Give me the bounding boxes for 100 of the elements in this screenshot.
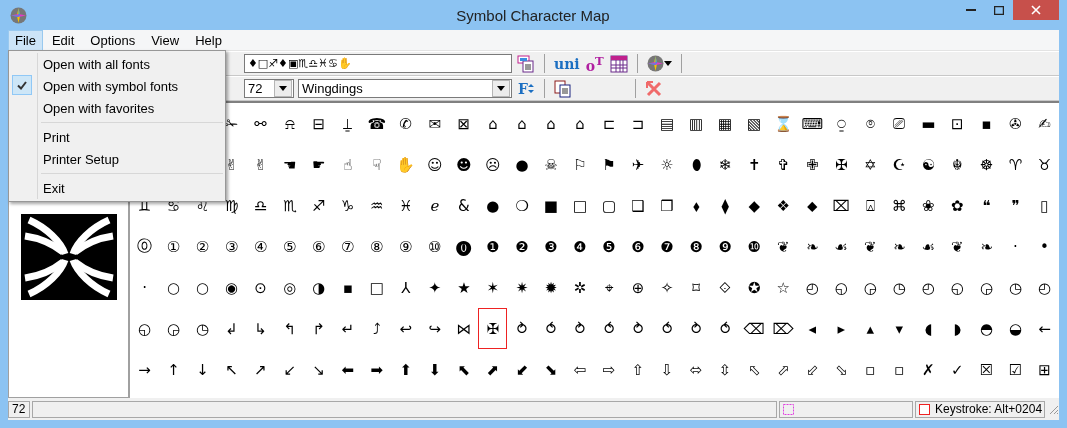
character-cell[interactable]: ☑	[1000, 349, 1030, 390]
character-cell[interactable]: ☸	[971, 144, 1001, 185]
character-cell[interactable]: ℯ	[420, 185, 450, 226]
character-cell[interactable]: ✙	[797, 144, 827, 185]
character-cell[interactable]: ⥀	[536, 308, 566, 349]
character-cell[interactable]: ⬉	[449, 349, 479, 390]
character-cell[interactable]: ❑	[623, 185, 653, 226]
character-cell[interactable]: ⬇	[420, 349, 450, 390]
character-cell[interactable]: ✶	[478, 267, 508, 308]
character-cell[interactable]: ↵	[333, 308, 363, 349]
character-cell[interactable]: ⌘	[884, 185, 914, 226]
character-cell[interactable]: ◵	[942, 267, 972, 308]
character-cell[interactable]: ◉	[217, 267, 247, 308]
character-cell[interactable]: ❧	[884, 226, 914, 267]
menu-item[interactable]: View	[144, 29, 187, 51]
character-cell[interactable]: ❽	[681, 226, 711, 267]
character-cell[interactable]: ⌾	[855, 103, 885, 144]
character-cell[interactable]: ⎚	[884, 103, 914, 144]
character-cell[interactable]: ♉	[1029, 144, 1059, 185]
character-cell[interactable]: ◒	[1000, 308, 1030, 349]
character-cell[interactable]: ▾	[884, 308, 914, 349]
character-cell[interactable]: ⥁	[565, 308, 595, 349]
character-cell[interactable]: ↙	[275, 349, 305, 390]
character-cell[interactable]: ⚯	[246, 103, 276, 144]
character-cell[interactable]: ☟	[362, 144, 392, 185]
character-cell[interactable]: ◷	[188, 308, 218, 349]
character-cell[interactable]: ⋈	[449, 308, 479, 349]
character-cell[interactable]: ⇳	[710, 349, 740, 390]
character-cell[interactable]: ⥁	[681, 308, 711, 349]
character-cell[interactable]: ⊡	[942, 103, 972, 144]
character-cell[interactable]: ❶	[478, 226, 508, 267]
character-cell[interactable]: ❹	[565, 226, 595, 267]
character-cell[interactable]: ⌫	[739, 308, 769, 349]
character-cell[interactable]: ·	[130, 267, 160, 308]
character-cell[interactable]: ❷	[507, 226, 537, 267]
character-cell[interactable]: ✦	[420, 267, 450, 308]
character-cell[interactable]: ☺	[420, 144, 450, 185]
character-cell[interactable]: ▢	[594, 185, 624, 226]
character-cell[interactable]: ◴	[797, 267, 827, 308]
character-cell[interactable]: ○	[188, 267, 218, 308]
character-cell[interactable]: ⧫	[710, 185, 740, 226]
character-cell[interactable]: ▥	[681, 103, 711, 144]
character-cell[interactable]: ✿	[942, 185, 972, 226]
character-cell[interactable]: ✌	[246, 144, 276, 185]
character-cell[interactable]: ⇦	[565, 349, 595, 390]
character-cell[interactable]: ⌂	[536, 103, 566, 144]
character-cell[interactable]: ⑤	[275, 226, 305, 267]
character-cell[interactable]: ☯	[913, 144, 943, 185]
character-cell[interactable]: ↑	[159, 349, 189, 390]
character-cell[interactable]: ✧	[652, 267, 682, 308]
character-cell[interactable]: ⥁	[507, 308, 537, 349]
character-cell[interactable]: ♈	[1000, 144, 1030, 185]
character-cell[interactable]: ⍓	[855, 185, 885, 226]
menu-item[interactable]: Options	[83, 29, 143, 51]
character-cell[interactable]: ⌂	[507, 103, 537, 144]
character-cell[interactable]: ⥀	[594, 308, 624, 349]
character-cell[interactable]: ⬀	[768, 349, 798, 390]
character-cell[interactable]: ✠	[826, 144, 856, 185]
character-cell[interactable]: □	[362, 267, 392, 308]
character-cell[interactable]: ◷	[884, 267, 914, 308]
character-cell[interactable]: ✷	[507, 267, 537, 308]
menu-item[interactable]: Edit	[44, 29, 82, 51]
character-cell[interactable]: ◴	[1029, 267, 1059, 308]
character-cell[interactable]: ↩	[391, 308, 421, 349]
character-cell[interactable]: ✞	[768, 144, 798, 185]
character-cell[interactable]: ⥀	[710, 308, 740, 349]
character-cell[interactable]: ②	[188, 226, 218, 267]
character-cell[interactable]: ⊙	[246, 267, 276, 308]
character-cell[interactable]: ❍	[507, 185, 537, 226]
character-cell[interactable]: ▸	[826, 308, 856, 349]
character-cell[interactable]: ⑩	[420, 226, 450, 267]
character-cell[interactable]: ❺	[594, 226, 624, 267]
character-cell[interactable]: ●	[507, 144, 537, 185]
character-cell[interactable]: ➡	[362, 349, 392, 390]
character-cell[interactable]: ☻	[449, 144, 479, 185]
character-cell[interactable]: ●	[478, 185, 508, 226]
menu-item[interactable]: File	[8, 29, 43, 51]
character-cell[interactable]: ☆	[768, 267, 798, 308]
character-cell[interactable]: ☙	[913, 226, 943, 267]
character-cell[interactable]: ☎	[362, 103, 392, 144]
copy-button[interactable]	[553, 78, 573, 99]
character-cell[interactable]: ◷	[1000, 267, 1030, 308]
character-cell[interactable]: ↖	[217, 349, 247, 390]
character-cell[interactable]: ⊏	[594, 103, 624, 144]
character-cell[interactable]: ☼	[652, 144, 682, 185]
character-cell[interactable]: ❸	[536, 226, 566, 267]
character-cell[interactable]: ⚑	[594, 144, 624, 185]
character-cell[interactable]: ❾	[710, 226, 740, 267]
character-cell[interactable]: ☛	[304, 144, 334, 185]
character-cell[interactable]: ♒	[362, 185, 392, 226]
character-cell[interactable]: ✲	[565, 267, 595, 308]
menu-entry[interactable]: Open with symbol fonts	[9, 75, 225, 97]
character-cell[interactable]: ⚐	[565, 144, 595, 185]
character-cell[interactable]: ⍊	[333, 103, 363, 144]
character-cell[interactable]: ◵	[826, 267, 856, 308]
character-cell[interactable]: ·	[1000, 226, 1030, 267]
character-cell[interactable]: ☪	[884, 144, 914, 185]
character-cell[interactable]: ⬂	[826, 349, 856, 390]
character-cell[interactable]: ↰	[275, 308, 305, 349]
character-cell[interactable]: ❝	[971, 185, 1001, 226]
